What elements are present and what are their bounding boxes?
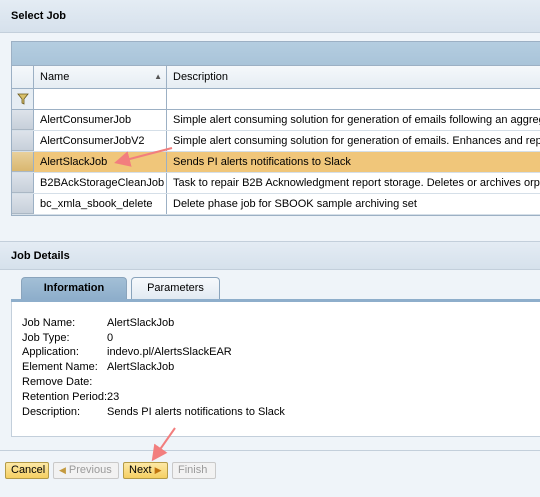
previous-button[interactable]: ◀ Previous <box>53 462 119 479</box>
detail-label: Retention Period: <box>22 391 107 403</box>
detail-value: AlertSlackJob <box>107 361 175 373</box>
table-row[interactable]: B2BAckStorageCleanJob Task to repair B2B… <box>12 173 540 194</box>
row-name: AlertConsumerJobV2 <box>34 131 167 151</box>
detail-retention-period: Retention Period:23 <box>22 390 119 404</box>
row-selector[interactable] <box>12 131 34 151</box>
detail-value: 23 <box>107 391 120 403</box>
row-description: Simple alert consuming solution for gene… <box>173 135 540 147</box>
detail-job-type: Job Type: 0 <box>22 331 113 345</box>
filter-row <box>12 89 540 110</box>
row-name: bc_xmla_sbook_delete <box>34 194 167 214</box>
detail-element-name: Element Name: AlertSlackJob <box>22 360 174 374</box>
tab-information[interactable]: Information <box>21 277 127 299</box>
previous-button-label: Previous <box>68 464 112 476</box>
job-details-panel-title: Job Details <box>0 241 540 270</box>
tab-parameters[interactable]: Parameters <box>131 277 220 299</box>
detail-label: Description: <box>22 406 81 418</box>
filter-description-input[interactable] <box>167 89 540 109</box>
table-header: Name ▲ Description <box>12 66 540 89</box>
row-selector[interactable] <box>12 152 34 172</box>
footer-divider <box>0 450 540 451</box>
detail-label: Job Type: <box>22 332 70 344</box>
row-name: B2BAckStorageCleanJob <box>34 173 167 193</box>
detail-label: Application: <box>22 346 79 358</box>
row-selector[interactable] <box>12 173 34 193</box>
row-selector[interactable] <box>12 110 34 130</box>
row-selector[interactable] <box>12 194 34 214</box>
detail-label: Remove Date: <box>22 376 93 388</box>
detail-label: Element Name: <box>22 361 98 373</box>
select-all-cell[interactable] <box>12 66 34 88</box>
table-row[interactable]: AlertConsumerJobV2 Simple alert consumin… <box>12 131 540 152</box>
row-name: AlertConsumerJob <box>34 110 167 130</box>
detail-value: indevo.pl/AlertsSlackEAR <box>107 346 232 358</box>
column-header-name[interactable]: Name ▲ <box>34 66 167 88</box>
arrow-left-icon: ◀ <box>59 465 66 475</box>
detail-application: Application: indevo.pl/AlertsSlackEAR <box>22 345 232 359</box>
row-description: Simple alert consuming solution for gene… <box>173 114 540 126</box>
jobs-table: Name ▲ Description AlertConsumerJob Simp… <box>11 41 540 216</box>
details-tabstrip: Information Parameters <box>11 276 540 300</box>
next-button[interactable]: Next ▶ <box>123 462 168 479</box>
filter-name-input[interactable] <box>34 89 167 109</box>
row-name: AlertSlackJob <box>34 152 167 172</box>
next-button-label: Next <box>129 464 152 476</box>
table-row[interactable]: bc_xmla_sbook_delete Delete phase job fo… <box>12 194 540 215</box>
detail-value: Sends PI alerts notifications to Slack <box>107 406 285 418</box>
table-row[interactable]: AlertConsumerJob Simple alert consuming … <box>12 110 540 131</box>
row-description: Sends PI alerts notifications to Slack <box>167 152 540 172</box>
table-toolbar <box>12 42 540 66</box>
cancel-button[interactable]: Cancel <box>5 462 49 479</box>
arrow-right-icon: ▶ <box>154 465 162 475</box>
detail-value: AlertSlackJob <box>107 317 175 329</box>
column-header-name-label: Name <box>40 71 70 83</box>
filter-icon[interactable] <box>12 89 34 109</box>
detail-remove-date: Remove Date: <box>22 375 107 389</box>
detail-label: Job Name: <box>22 317 76 329</box>
detail-description: Description: Sends PI alerts notification… <box>22 405 285 419</box>
detail-job-name: Job Name: AlertSlackJob <box>22 316 174 330</box>
row-description: Task to repair B2B Acknowledgment report… <box>173 177 540 189</box>
sort-ascending-icon[interactable]: ▲ <box>154 66 162 88</box>
finish-button[interactable]: Finish <box>172 462 216 479</box>
column-header-description[interactable]: Description <box>167 66 540 88</box>
table-row-selected[interactable]: AlertSlackJob Sends PI alerts notificati… <box>12 152 540 173</box>
select-job-panel-title: Select Job <box>0 0 540 33</box>
row-description: Delete phase job for SBOOK sample archiv… <box>173 198 417 210</box>
detail-value: 0 <box>107 332 114 344</box>
